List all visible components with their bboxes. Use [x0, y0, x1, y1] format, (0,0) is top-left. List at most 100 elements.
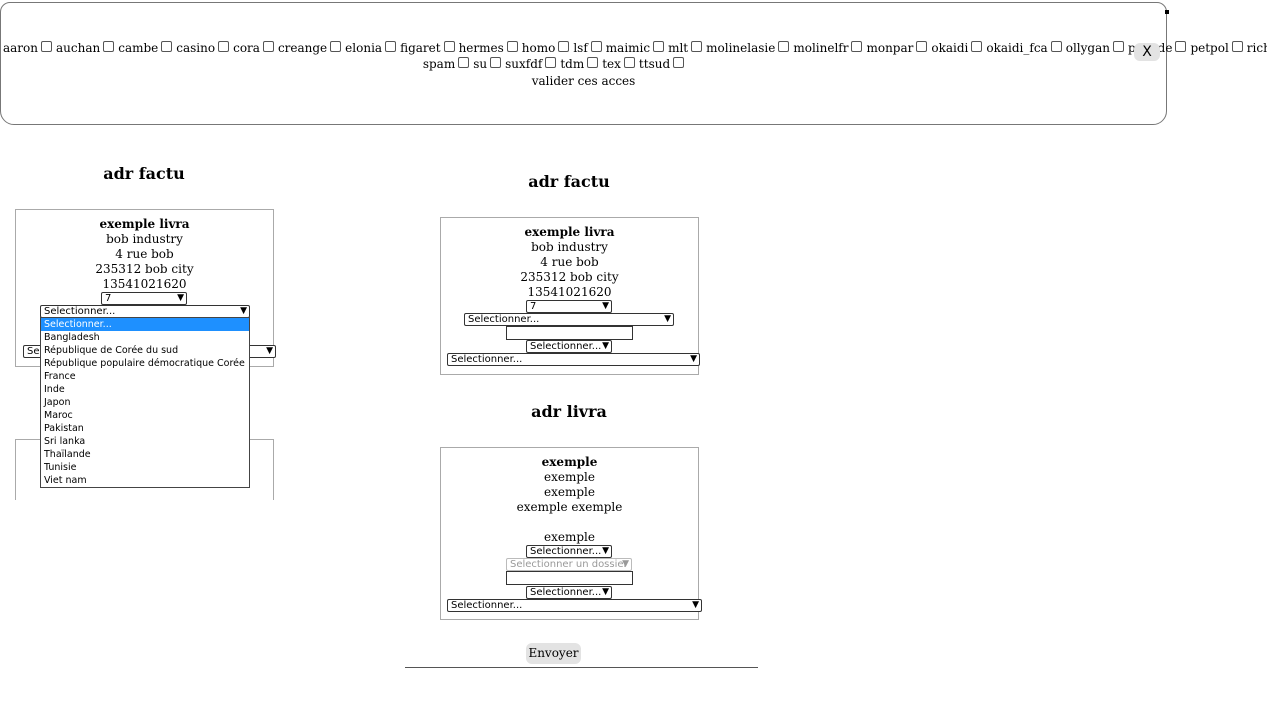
access-item[interactable]: maimic: [606, 41, 665, 56]
access-item[interactable]: cora: [233, 41, 274, 56]
access-item[interactable]: monpar: [866, 41, 928, 56]
access-item[interactable]: okaidi: [931, 41, 983, 56]
access-item[interactable]: aaron: [3, 41, 52, 56]
access-checkbox[interactable]: [1050, 41, 1062, 52]
access-checkbox[interactable]: [653, 41, 665, 52]
access-item[interactable]: ollygan: [1066, 41, 1124, 56]
dropdown-option[interactable]: République de Corée du sud: [41, 344, 249, 357]
access-label: okaidi_fca: [986, 41, 1048, 55]
access-checkbox[interactable]: [1175, 41, 1187, 52]
access-checkbox[interactable]: [385, 41, 397, 52]
dropdown-option[interactable]: Maroc: [41, 409, 249, 422]
access-item[interactable]: casino: [176, 41, 230, 56]
select-value: Selectionner...: [530, 341, 602, 352]
access-checkbox[interactable]: [490, 57, 502, 68]
factu-wide-select[interactable]: Selectionner... ▼: [447, 353, 700, 366]
access-checkbox[interactable]: [558, 41, 570, 52]
livra-mid-select-2[interactable]: Selectionner... ▼: [526, 586, 612, 599]
access-checkbox[interactable]: [41, 41, 52, 52]
access-item[interactable]: okaidi_fca: [986, 41, 1062, 56]
chevron-down-icon: ▼: [602, 587, 609, 597]
access-item[interactable]: auchan: [56, 41, 115, 56]
address-company: bob industry: [531, 240, 608, 254]
access-item[interactable]: su: [473, 57, 502, 72]
country-dropdown-list[interactable]: Selectionner... Bangladesh République de C…: [40, 317, 250, 488]
access-item[interactable]: elonia: [345, 41, 397, 56]
access-checkbox[interactable]: [506, 41, 518, 52]
access-item[interactable]: cambe: [118, 41, 173, 56]
access-checkbox[interactable]: [330, 41, 342, 52]
address-street: exemple: [544, 485, 595, 499]
dropdown-option[interactable]: Sri lanka: [41, 435, 249, 448]
access-checkbox[interactable]: [1231, 41, 1243, 52]
dropdown-option[interactable]: Selectionner...: [41, 318, 249, 331]
livra-wide-select[interactable]: Selectionner... ▼: [447, 599, 702, 612]
livra-mid-select[interactable]: Selectionner... ▼: [526, 545, 612, 558]
access-checkbox[interactable]: [916, 41, 928, 52]
access-checkbox[interactable]: [691, 41, 703, 52]
access-item[interactable]: figaret: [400, 41, 455, 56]
access-checkbox[interactable]: [262, 41, 274, 52]
dropdown-option[interactable]: Pakistan: [41, 422, 249, 435]
dropdown-option[interactable]: France: [41, 370, 249, 383]
access-row-1: aaron auchan cambe casino cora creange elonia f…: [1, 41, 1267, 56]
access-item[interactable]: petpol: [1190, 41, 1243, 56]
dropdown-option[interactable]: Thaïlande: [41, 448, 249, 461]
folder-select: Selectionner un dossier ▼: [506, 558, 632, 571]
close-button[interactable]: X: [1134, 43, 1160, 61]
access-checkbox[interactable]: [851, 41, 863, 52]
corner-marker: [1165, 10, 1169, 14]
factu-mid-select[interactable]: Selectionner... ▼: [526, 340, 612, 353]
factu-country-select[interactable]: Selectionner... ▼: [464, 313, 674, 326]
access-checkbox[interactable]: [673, 57, 685, 68]
left-small-select[interactable]: 7 ▼: [101, 292, 187, 305]
access-item[interactable]: hermes: [459, 41, 518, 56]
dropdown-option[interactable]: Japon: [41, 396, 249, 409]
access-checkbox[interactable]: [545, 57, 557, 68]
access-checkbox[interactable]: [458, 57, 470, 68]
access-item[interactable]: spam: [422, 57, 470, 72]
dropdown-option[interactable]: Inde: [41, 383, 249, 396]
access-checkbox[interactable]: [778, 41, 790, 52]
select-value: 7: [530, 301, 537, 312]
access-checkbox[interactable]: [443, 41, 455, 52]
factu-small-select[interactable]: 7 ▼: [526, 300, 612, 313]
access-item[interactable]: suxfdf: [505, 57, 557, 72]
access-item[interactable]: lsf: [573, 41, 602, 56]
address-city: 235312 bob city: [520, 270, 619, 284]
access-item[interactable]: homo: [522, 41, 570, 56]
access-label: cambe: [118, 41, 159, 55]
access-label: monpar: [866, 41, 914, 55]
access-item[interactable]: mlt: [668, 41, 703, 56]
access-checkbox[interactable]: [218, 41, 230, 52]
dropdown-option[interactable]: République populaire démocratique Corée: [41, 357, 249, 370]
dropdown-option[interactable]: Bangladesh: [41, 331, 249, 344]
access-checkbox[interactable]: [623, 57, 635, 68]
access-item[interactable]: molinelasie: [706, 41, 790, 56]
access-checkbox[interactable]: [590, 41, 602, 52]
access-item[interactable]: richf: [1247, 41, 1267, 56]
access-checkbox[interactable]: [587, 57, 599, 68]
access-item[interactable]: creange: [278, 41, 342, 56]
select-value: Selectionner...: [451, 600, 523, 611]
address-phone: 13541021620: [527, 285, 612, 299]
access-checkbox[interactable]: [103, 41, 115, 52]
chevron-down-icon: ▼: [602, 341, 609, 351]
factu-text-input[interactable]: [506, 326, 633, 340]
livra-text-input[interactable]: [506, 571, 633, 585]
access-item[interactable]: tex: [602, 57, 635, 72]
access-item[interactable]: ttsud: [638, 57, 685, 72]
access-checkbox[interactable]: [1112, 41, 1124, 52]
address-company: bob industry: [106, 232, 183, 246]
access-checkbox[interactable]: [161, 41, 173, 52]
validate-access-link[interactable]: valider ces acces: [1, 74, 1166, 88]
access-item[interactable]: molinelfr: [793, 41, 863, 56]
access-checkbox[interactable]: [971, 41, 983, 52]
access-item[interactable]: tdm: [560, 57, 599, 72]
access-label: ttsud: [638, 57, 671, 71]
dropdown-option[interactable]: Tunisie: [41, 461, 249, 474]
submit-button[interactable]: Envoyer: [526, 643, 581, 664]
dropdown-option[interactable]: Viet nam: [41, 474, 249, 487]
access-label: casino: [176, 41, 216, 55]
access-label: spam: [422, 57, 456, 71]
